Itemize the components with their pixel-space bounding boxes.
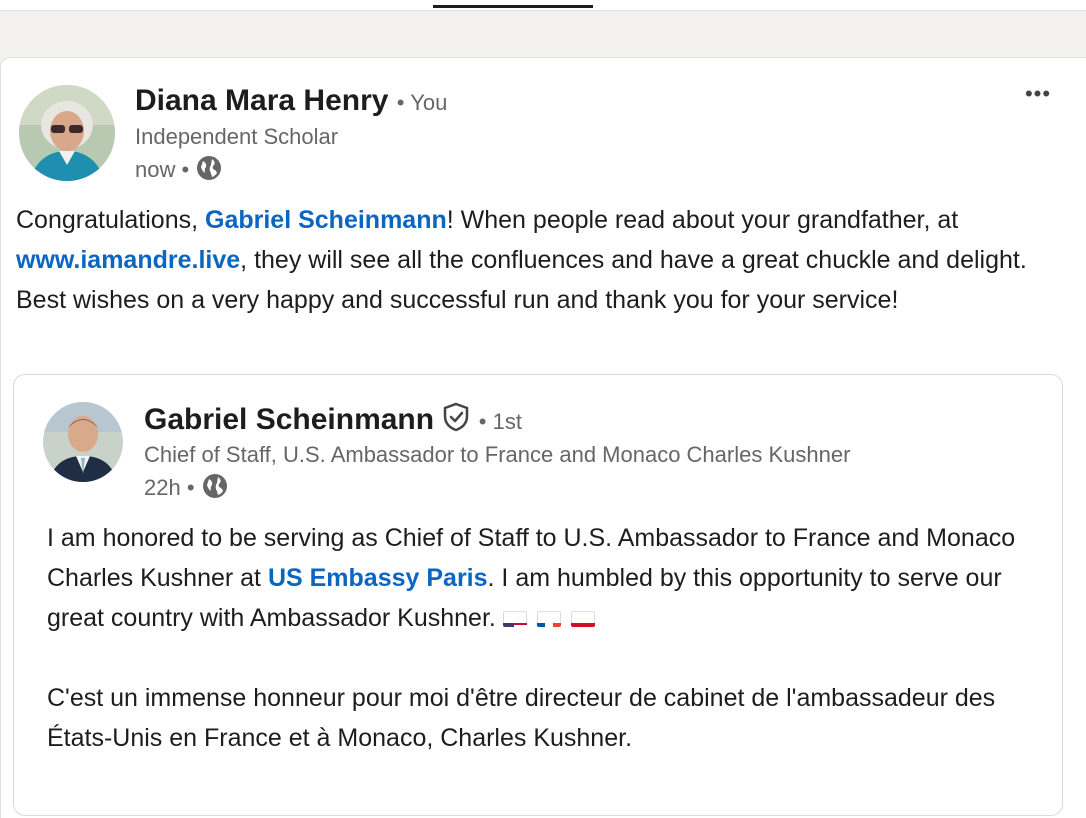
active-tab-indicator xyxy=(433,5,593,8)
author-name[interactable]: Diana Mara Henry • You xyxy=(135,84,447,118)
post-text-middle: ! When people read about your grandfathe… xyxy=(446,206,959,234)
meta-separator: • xyxy=(186,474,195,500)
embassy-link[interactable]: US Embassy Paris xyxy=(268,564,488,592)
meta-separator: • xyxy=(181,156,190,182)
shared-post-meta: 22h • xyxy=(144,472,229,506)
shared-post-timestamp[interactable]: 22h xyxy=(144,475,181,500)
shared-author-avatar[interactable] xyxy=(43,402,123,482)
author-avatar[interactable] xyxy=(19,85,115,181)
shared-author-headline: Chief of Staff, U.S. Ambassador to Franc… xyxy=(144,442,851,467)
post-timestamp[interactable]: now xyxy=(135,157,175,182)
connection-degree: • 1st xyxy=(478,408,522,434)
post-meta: now • xyxy=(135,154,223,188)
author-relation: • You xyxy=(396,90,448,115)
top-nav-bar xyxy=(0,0,1086,11)
author-name-text[interactable]: Diana Mara Henry xyxy=(135,84,388,117)
mention-link[interactable]: Gabriel Scheinmann xyxy=(205,206,447,234)
post-body: Congratulations, Gabriel Scheinmann! Whe… xyxy=(16,200,1066,320)
shared-post-body: I am honored to be serving as Chief of S… xyxy=(47,518,1047,758)
shared-author-name-text[interactable]: Gabriel Scheinmann xyxy=(144,403,434,436)
post-text-start: Congratulations, xyxy=(16,206,206,234)
shared-paragraph-french: C'est un immense honneur pour moi d'être… xyxy=(47,684,996,752)
verified-shield-icon xyxy=(442,402,470,440)
globe-icon xyxy=(201,472,229,506)
shared-author-name[interactable]: Gabriel Scheinmann • 1st xyxy=(144,402,522,440)
shared-paragraph-english: I am honored to be serving as Chief of S… xyxy=(47,518,1047,638)
france-flag-icon xyxy=(536,611,561,628)
us-flag-icon xyxy=(502,611,527,628)
website-link[interactable]: www.iamandre.live xyxy=(16,246,240,274)
author-headline: Independent Scholar xyxy=(135,124,339,149)
globe-icon xyxy=(195,154,223,188)
monaco-flag-icon xyxy=(570,611,595,628)
more-options-button[interactable]: ••• xyxy=(1020,83,1056,108)
